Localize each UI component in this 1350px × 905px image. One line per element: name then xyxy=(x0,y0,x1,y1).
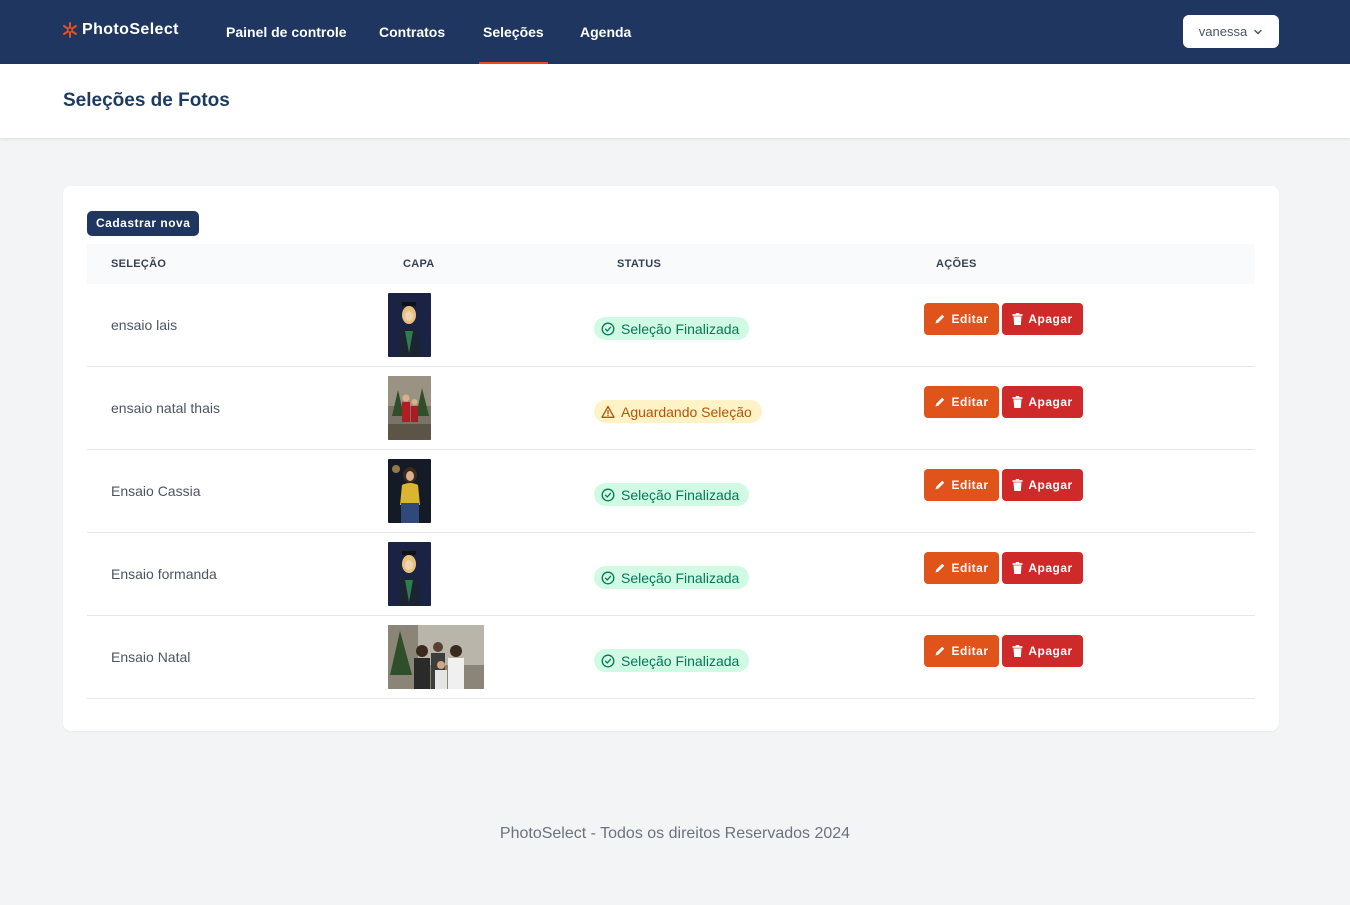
selection-name: ensaio natal thais xyxy=(111,400,220,416)
warning-triangle-icon xyxy=(601,405,615,418)
page-title: Seleções de Fotos xyxy=(63,90,230,111)
edit-label: Editar xyxy=(951,312,989,326)
selection-name: ensaio lais xyxy=(111,317,178,333)
selection-name: Ensaio Natal xyxy=(111,649,191,665)
edit-button[interactable]: Editar xyxy=(924,469,999,501)
delete-label: Apagar xyxy=(1028,478,1073,492)
table-row: Ensaio Natal Seleção Finalizada Editar A… xyxy=(87,616,1255,699)
trash-icon xyxy=(1012,396,1023,408)
status-badge: Seleção Finalizada xyxy=(594,566,750,589)
brand-name: PhotoSelect xyxy=(82,21,179,38)
trash-icon xyxy=(1012,645,1023,657)
table-header: SELEÇÃO CAPA STATUS AÇÕES xyxy=(87,244,1255,284)
edit-label: Editar xyxy=(951,644,989,658)
delete-label: Apagar xyxy=(1028,312,1073,326)
cover-thumbnail[interactable] xyxy=(388,542,431,606)
delete-button[interactable]: Apagar xyxy=(1002,635,1083,667)
check-circle-icon xyxy=(601,322,615,335)
check-circle-icon xyxy=(601,571,615,584)
status-text: Seleção Finalizada xyxy=(621,320,740,337)
pencil-icon xyxy=(935,563,945,573)
pencil-icon xyxy=(935,646,945,656)
edit-label: Editar xyxy=(951,561,989,575)
pencil-icon xyxy=(935,397,945,407)
trash-icon xyxy=(1012,479,1023,491)
trash-icon xyxy=(1012,562,1023,574)
status-badge: Seleção Finalizada xyxy=(594,483,750,506)
new-selection-button[interactable]: Cadastrar nova xyxy=(87,211,200,236)
delete-label: Apagar xyxy=(1028,561,1073,575)
cover-thumbnail[interactable] xyxy=(388,293,431,357)
status-badge: Seleção Finalizada xyxy=(594,317,750,340)
edit-label: Editar xyxy=(951,478,989,492)
status-text: Seleção Finalizada xyxy=(621,486,740,503)
selections-card: Cadastrar nova SELEÇÃO CAPA STATUS AÇÕES… xyxy=(63,186,1279,731)
delete-button[interactable]: Apagar xyxy=(1002,469,1083,501)
chevron-down-icon xyxy=(1254,29,1262,34)
column-header-acoes: AÇÕES xyxy=(936,258,977,270)
column-header-capa: CAPA xyxy=(403,258,435,270)
table-row: Ensaio formanda Seleção Finalizada Edita xyxy=(87,533,1255,616)
cover-thumbnail[interactable] xyxy=(388,459,431,523)
column-header-status: STATUS xyxy=(617,258,662,270)
delete-button[interactable]: Apagar xyxy=(1002,303,1083,335)
brand-logo[interactable]: PhotoSelect xyxy=(62,21,179,39)
status-text: Seleção Finalizada xyxy=(621,652,740,669)
nav-agenda[interactable]: Agenda xyxy=(580,0,631,64)
table-row: ensaio natal thais Aguardando Seleção Ed… xyxy=(87,367,1255,450)
page-header: Seleções de Fotos xyxy=(0,64,1350,138)
table-row: ensaio lais Seleção Finalizada Editar Ap… xyxy=(87,284,1255,367)
selection-name: Ensaio formanda xyxy=(111,566,217,582)
status-text: Aguardando Seleção xyxy=(621,403,752,420)
footer-text: PhotoSelect - Todos os direitos Reservad… xyxy=(499,825,851,842)
nav-contratos[interactable]: Contratos xyxy=(379,0,445,64)
delete-label: Apagar xyxy=(1028,644,1073,658)
top-navbar: PhotoSelect Painel de controle Contratos… xyxy=(0,0,1350,64)
delete-button[interactable]: Apagar xyxy=(1002,386,1083,418)
check-circle-icon xyxy=(601,488,615,501)
edit-button[interactable]: Editar xyxy=(924,552,999,584)
logo-icon xyxy=(63,22,77,38)
nav-selecoes[interactable]: Seleções xyxy=(479,0,548,64)
cover-thumbnail[interactable] xyxy=(388,625,484,689)
nav-painel-de-controle[interactable]: Painel de controle xyxy=(226,0,347,64)
trash-icon xyxy=(1012,313,1023,325)
edit-button[interactable]: Editar xyxy=(924,635,999,667)
column-header-selecao: SELEÇÃO xyxy=(111,258,167,270)
status-badge: Seleção Finalizada xyxy=(594,649,750,672)
check-circle-icon xyxy=(601,654,615,667)
status-badge: Aguardando Seleção xyxy=(594,400,762,423)
table-row: Ensaio Cassia Seleção Finalizada Editar xyxy=(87,450,1255,533)
edit-button[interactable]: Editar xyxy=(924,386,999,418)
status-text: Seleção Finalizada xyxy=(621,569,740,586)
cover-thumbnail[interactable] xyxy=(388,376,431,440)
selection-name: Ensaio Cassia xyxy=(111,483,201,499)
delete-label: Apagar xyxy=(1028,395,1073,409)
pencil-icon xyxy=(935,314,945,324)
pencil-icon xyxy=(935,480,945,490)
edit-button[interactable]: Editar xyxy=(924,303,999,335)
user-name: vanessa xyxy=(1198,24,1248,39)
user-menu-button[interactable]: vanessa xyxy=(1183,15,1279,48)
edit-label: Editar xyxy=(951,395,989,409)
delete-button[interactable]: Apagar xyxy=(1002,552,1083,584)
